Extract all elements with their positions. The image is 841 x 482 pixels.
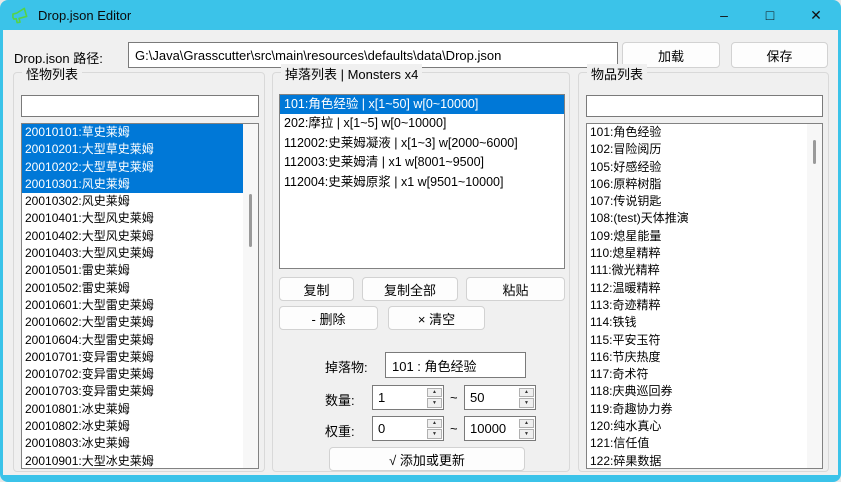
megaphone-icon xyxy=(11,6,30,25)
list-item[interactable]: 20010803:冰史莱姆 xyxy=(22,435,258,452)
list-item[interactable]: 20010702:变异雷史莱姆 xyxy=(22,366,258,383)
minimize-icon[interactable]: – xyxy=(701,0,747,30)
count-tilde: ~ xyxy=(450,390,458,405)
window-title: Drop.json Editor xyxy=(38,8,131,23)
count-min-value[interactable]: 1 xyxy=(373,386,426,409)
clear-button[interactable]: × 清空 xyxy=(388,306,485,330)
list-item[interactable]: 117:奇术符 xyxy=(587,366,822,383)
list-item[interactable]: 112:温暖精粹 xyxy=(587,280,822,297)
delete-button[interactable]: - 删除 xyxy=(279,306,378,330)
item-panel: 物品列表 101:角色经验102:冒险阅历105:好感经验106:原粹树脂107… xyxy=(578,72,829,472)
list-item[interactable]: 20010302:风史莱姆 xyxy=(22,193,258,210)
list-item[interactable]: 102:冒险阅历 xyxy=(587,141,822,158)
list-item[interactable]: 106:原粹树脂 xyxy=(587,176,822,193)
monster-list-scrollbar[interactable] xyxy=(243,124,258,468)
weight-tilde: ~ xyxy=(450,421,458,436)
list-item[interactable]: 105:好感经验 xyxy=(587,159,822,176)
monster-listbox[interactable]: 20010101:草史莱姆20010201:大型草史莱姆20010202:大型草… xyxy=(21,123,259,469)
spinner-down-icon[interactable]: ▼ xyxy=(519,429,534,439)
spinner-down-icon[interactable]: ▼ xyxy=(519,398,534,408)
copy-button[interactable]: 复制 xyxy=(279,277,354,301)
monster-panel: 怪物列表 20010101:草史莱姆20010201:大型草史莱姆2001020… xyxy=(13,72,265,472)
list-item[interactable]: 20010801:冰史莱姆 xyxy=(22,401,258,418)
list-item[interactable]: 20010604:大型雷史莱姆 xyxy=(22,332,258,349)
spinner-down-icon[interactable]: ▼ xyxy=(427,429,442,439)
list-item[interactable]: 20010802:冰史莱姆 xyxy=(22,418,258,435)
list-item[interactable]: 20010502:雷史莱姆 xyxy=(22,280,258,297)
list-item[interactable]: 108:(test)天体推演 xyxy=(587,210,822,227)
list-item[interactable]: 20010301:风史莱姆 xyxy=(22,176,258,193)
scrollbar-thumb[interactable] xyxy=(249,194,252,247)
app-window: Drop.json Editor – □ ✕ Drop.json 路径: 加载 … xyxy=(0,0,841,482)
count-max-value[interactable]: 50 xyxy=(465,386,518,409)
list-item[interactable]: 119:奇趣协力券 xyxy=(587,401,822,418)
list-item[interactable]: 113:奇迹精粹 xyxy=(587,297,822,314)
list-item[interactable]: 20010403:大型风史莱姆 xyxy=(22,245,258,262)
maximize-icon[interactable]: □ xyxy=(747,0,793,30)
item-search-input[interactable] xyxy=(586,95,823,117)
list-item[interactable]: 112002:史莱姆凝液 | x[1~3] w[2000~6000] xyxy=(280,134,564,153)
list-item[interactable]: 202:摩拉 | x[1~5] w[0~10000] xyxy=(280,114,564,133)
spinner-up-icon[interactable]: ▲ xyxy=(427,388,442,398)
list-item[interactable]: 120:纯水真心 xyxy=(587,418,822,435)
list-item[interactable]: 109:熄星能量 xyxy=(587,228,822,245)
list-item[interactable]: 118:庆典巡回券 xyxy=(587,383,822,400)
item-list-scrollbar[interactable] xyxy=(807,124,822,468)
list-item[interactable]: 20010101:草史莱姆 xyxy=(22,124,258,141)
paste-button[interactable]: 粘贴 xyxy=(466,277,565,301)
list-item[interactable]: 121:信任值 xyxy=(587,435,822,452)
list-item[interactable]: 101:角色经验 | x[1~50] w[0~10000] xyxy=(280,95,564,114)
item-listbox[interactable]: 101:角色经验102:冒险阅历105:好感经验106:原粹树脂107:传说钥匙… xyxy=(586,123,823,469)
list-item[interactable]: 111:微光精粹 xyxy=(587,262,822,279)
list-item[interactable]: 20010202:大型草史莱姆 xyxy=(22,159,258,176)
monster-panel-title: 怪物列表 xyxy=(22,64,82,83)
drop-panel-title: 掉落列表 | Monsters x4 xyxy=(281,64,422,83)
list-item[interactable]: 20010201:大型草史莱姆 xyxy=(22,141,258,158)
save-button[interactable]: 保存 xyxy=(731,42,828,68)
list-item[interactable]: 122:碎果数据 xyxy=(587,453,822,469)
window-controls: – □ ✕ xyxy=(701,0,839,30)
list-item[interactable]: 20010901:大型冰史莱姆 xyxy=(22,453,258,469)
spinner-down-icon[interactable]: ▼ xyxy=(427,398,442,408)
list-item[interactable]: 20010701:变异雷史莱姆 xyxy=(22,349,258,366)
weight-min-value[interactable]: 0 xyxy=(373,417,426,440)
client-area: Drop.json 路径: 加载 保存 怪物列表 20010101:草史莱姆20… xyxy=(3,30,838,475)
list-item[interactable]: 20010602:大型雷史莱姆 xyxy=(22,314,258,331)
scrollbar-thumb[interactable] xyxy=(813,140,816,164)
list-item[interactable]: 107:传说钥匙 xyxy=(587,193,822,210)
list-item[interactable]: 20010501:雷史莱姆 xyxy=(22,262,258,279)
copy-all-button[interactable]: 复制全部 xyxy=(362,277,458,301)
spinner-up-icon[interactable]: ▲ xyxy=(519,388,534,398)
list-item[interactable]: 112004:史莱姆原浆 | x1 w[9501~10000] xyxy=(280,173,564,192)
list-item[interactable]: 114:铁钱 xyxy=(587,314,822,331)
drop-panel: 掉落列表 | Monsters x4 101:角色经验 | x[1~50] w[… xyxy=(272,72,570,472)
weight-label: 权重: xyxy=(325,421,355,440)
drop-item-input[interactable] xyxy=(385,352,526,378)
list-item[interactable]: 115:平安玉符 xyxy=(587,332,822,349)
weight-min-stepper[interactable]: 0 ▲ ▼ xyxy=(372,416,444,441)
list-item[interactable]: 20010703:变异雷史莱姆 xyxy=(22,383,258,400)
add-or-update-button[interactable]: √ 添加或更新 xyxy=(329,447,525,471)
list-item[interactable]: 101:角色经验 xyxy=(587,124,822,141)
drop-listbox[interactable]: 101:角色经验 | x[1~50] w[0~10000]202:摩拉 | x[… xyxy=(279,94,565,269)
list-item[interactable]: 20010601:大型雷史莱姆 xyxy=(22,297,258,314)
close-icon[interactable]: ✕ xyxy=(793,0,839,30)
list-item[interactable]: 112003:史莱姆清 | x1 w[8001~9500] xyxy=(280,153,564,172)
title-bar[interactable]: Drop.json Editor – □ ✕ xyxy=(0,0,841,30)
spinner-up-icon[interactable]: ▲ xyxy=(427,419,442,429)
count-max-stepper[interactable]: 50 ▲ ▼ xyxy=(464,385,536,410)
count-label: 数量: xyxy=(325,390,355,409)
list-item[interactable]: 20010402:大型风史莱姆 xyxy=(22,228,258,245)
list-item[interactable]: 110:熄星精粹 xyxy=(587,245,822,262)
drop-item-label: 掉落物: xyxy=(325,357,368,376)
spinner-up-icon[interactable]: ▲ xyxy=(519,419,534,429)
weight-max-value[interactable]: 10000 xyxy=(465,417,518,440)
list-item[interactable]: 116:节庆热度 xyxy=(587,349,822,366)
monster-search-input[interactable] xyxy=(21,95,259,117)
item-panel-title: 物品列表 xyxy=(587,64,647,83)
count-min-stepper[interactable]: 1 ▲ ▼ xyxy=(372,385,444,410)
list-item[interactable]: 20010401:大型风史莱姆 xyxy=(22,210,258,227)
weight-max-stepper[interactable]: 10000 ▲ ▼ xyxy=(464,416,536,441)
